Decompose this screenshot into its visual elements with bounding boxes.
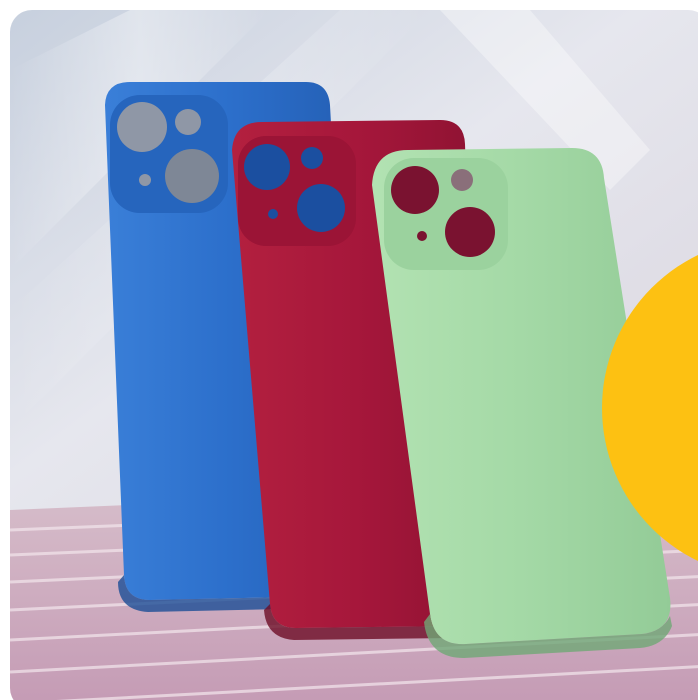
camera-cutout [451,169,473,191]
camera-cutout [165,149,219,203]
camera-cutout [391,166,439,214]
camera-cutout [117,102,167,152]
camera-cutout [268,209,278,219]
camera-cutout [445,207,495,257]
product-photo [10,10,698,700]
camera-cutout [301,147,323,169]
camera-cutout [297,184,345,232]
camera-cutout [244,144,290,190]
camera-cutout [139,174,151,186]
camera-cutout [417,231,427,241]
product-image-frame [0,0,698,700]
photo-scene [10,10,698,700]
camera-cutout [175,109,201,135]
